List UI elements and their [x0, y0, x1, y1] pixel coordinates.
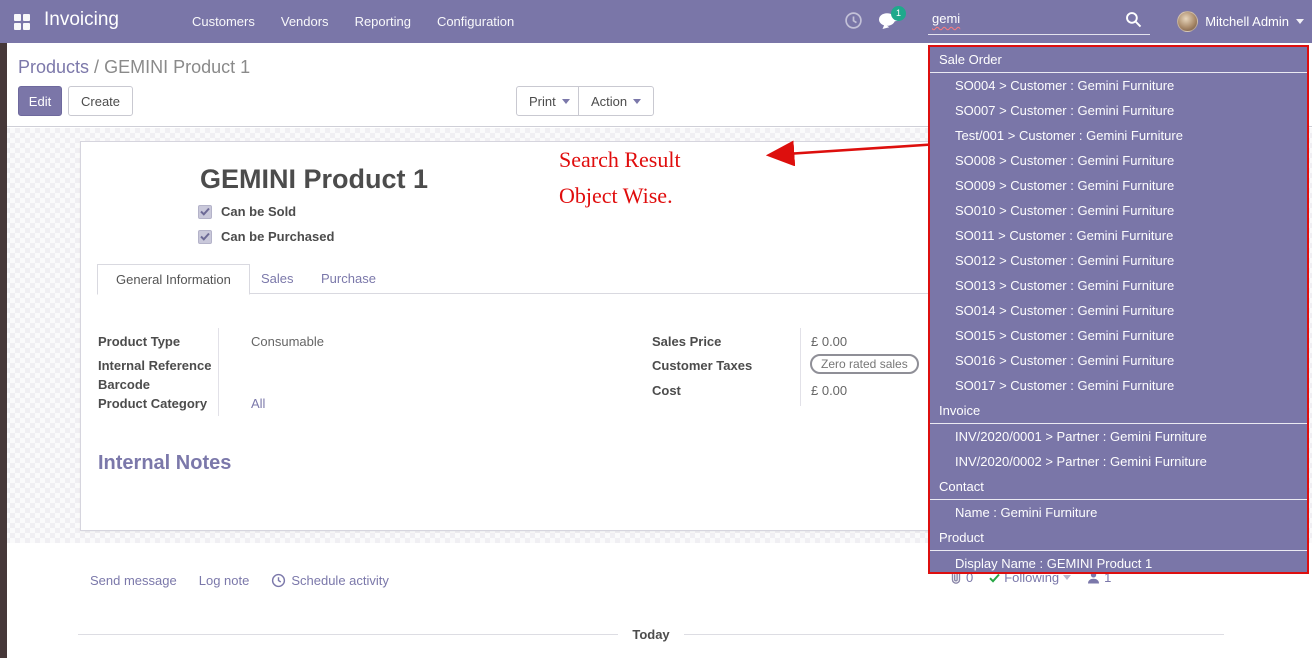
window-left-edge: [0, 43, 7, 658]
menu-configuration[interactable]: Configuration: [437, 14, 514, 29]
clock-icon: [271, 573, 286, 588]
breadcrumb-products-link[interactable]: Products: [18, 57, 89, 77]
search-group-invoice: Invoice: [930, 398, 1307, 424]
field-value-product-type: Consumable: [251, 334, 324, 349]
search-result-item[interactable]: SO013 > Customer : Gemini Furniture: [930, 273, 1307, 298]
user-menu[interactable]: Mitchell Admin: [1177, 0, 1304, 43]
annotation-text-line1: Search Result: [559, 147, 681, 173]
search-group-product: Product: [930, 525, 1307, 551]
chevron-down-icon: [1063, 575, 1071, 580]
divider-line: [78, 634, 618, 635]
checkbox-checked-icon[interactable]: [198, 230, 212, 244]
print-dropdown-button[interactable]: Print: [516, 86, 583, 116]
search-result-item[interactable]: SO014 > Customer : Gemini Furniture: [930, 298, 1307, 323]
search-result-item[interactable]: Test/001 > Customer : Gemini Furniture: [930, 123, 1307, 148]
field-group-separator: [800, 328, 801, 406]
main-menu: Customers Vendors Reporting Configuratio…: [192, 0, 514, 43]
search-result-item[interactable]: SO009 > Customer : Gemini Furniture: [930, 173, 1307, 198]
chevron-down-icon: [633, 99, 641, 104]
menu-reporting[interactable]: Reporting: [355, 14, 411, 29]
breadcrumb-current: GEMINI Product 1: [104, 57, 250, 77]
field-group-separator: [218, 328, 219, 416]
user-avatar: [1177, 11, 1198, 32]
search-group-sale-order: Sale Order: [930, 47, 1307, 73]
search-result-item[interactable]: SO008 > Customer : Gemini Furniture: [930, 148, 1307, 173]
search-result-item[interactable]: SO011 > Customer : Gemini Furniture: [930, 223, 1307, 248]
activities-clock-icon[interactable]: [844, 11, 868, 33]
breadcrumb: Products / GEMINI Product 1: [18, 57, 250, 78]
search-results-dropdown: Sale Order SO004 > Customer : Gemini Fur…: [928, 45, 1309, 574]
checkbox-label: Can be Purchased: [221, 229, 334, 244]
field-label-product-type: Product Type: [98, 334, 180, 349]
divider-line: [684, 634, 1224, 635]
menu-vendors[interactable]: Vendors: [281, 14, 329, 29]
checkbox-checked-icon[interactable]: [198, 205, 212, 219]
search-result-item[interactable]: SO010 > Customer : Gemini Furniture: [930, 198, 1307, 223]
create-button[interactable]: Create: [68, 86, 133, 116]
tab-purchase[interactable]: Purchase: [303, 264, 394, 294]
send-message-button[interactable]: Send message: [90, 573, 177, 588]
field-value-product-category-link[interactable]: All: [251, 396, 265, 411]
field-label-product-category: Product Category: [98, 396, 207, 411]
annotation-arrow: [755, 136, 945, 166]
edit-button[interactable]: Edit: [18, 86, 62, 116]
customer-taxes-badge[interactable]: Zero rated sales: [810, 354, 919, 374]
field-value-sales-price: £ 0.00: [811, 334, 847, 349]
search-result-item[interactable]: SO007 > Customer : Gemini Furniture: [930, 98, 1307, 123]
internal-notes-heading: Internal Notes: [98, 452, 231, 475]
field-label-cost: Cost: [652, 383, 681, 398]
field-label-barcode: Barcode: [98, 377, 150, 392]
app-window: Invoicing Customers Vendors Reporting Co…: [0, 0, 1312, 658]
search-result-item[interactable]: Name : Gemini Furniture: [930, 500, 1307, 525]
menu-customers[interactable]: Customers: [192, 14, 255, 29]
field-value-cost: £ 0.00: [811, 383, 847, 398]
search-result-item[interactable]: SO012 > Customer : Gemini Furniture: [930, 248, 1307, 273]
tab-sales[interactable]: Sales: [243, 264, 312, 294]
global-search-input[interactable]: gemi: [928, 7, 1150, 35]
search-result-item[interactable]: SO016 > Customer : Gemini Furniture: [930, 348, 1307, 373]
field-label-sales-price: Sales Price: [652, 334, 721, 349]
tab-general-information[interactable]: General Information: [97, 264, 250, 295]
date-divider: Today: [78, 627, 1224, 642]
chevron-down-icon: [562, 99, 570, 104]
search-result-item[interactable]: SO004 > Customer : Gemini Furniture: [930, 73, 1307, 98]
search-result-item[interactable]: INV/2020/0002 > Partner : Gemini Furnitu…: [930, 449, 1307, 474]
checkbox-label: Can be Sold: [221, 204, 296, 219]
chevron-down-icon: [1296, 19, 1304, 24]
annotation-text-line2: Object Wise.: [559, 183, 673, 209]
breadcrumb-separator: /: [89, 57, 104, 77]
schedule-activity-button[interactable]: Schedule activity: [271, 573, 389, 588]
search-result-item[interactable]: INV/2020/0001 > Partner : Gemini Furnitu…: [930, 424, 1307, 449]
app-title[interactable]: Invoicing: [44, 9, 119, 31]
search-result-item[interactable]: Display Name : GEMINI Product 1: [930, 551, 1307, 574]
can-be-purchased-option[interactable]: Can be Purchased: [198, 229, 334, 244]
messages-icon[interactable]: 1: [878, 11, 902, 33]
can-be-sold-option[interactable]: Can be Sold: [198, 204, 296, 219]
message-count-badge: 1: [891, 6, 906, 21]
search-group-contact: Contact: [930, 474, 1307, 500]
log-note-button[interactable]: Log note: [199, 573, 250, 588]
search-icon[interactable]: [1125, 11, 1142, 33]
search-result-item[interactable]: SO017 > Customer : Gemini Furniture: [930, 373, 1307, 398]
chatter-actions: Send message Log note Schedule activity: [90, 573, 389, 588]
divider-label: Today: [632, 627, 669, 642]
check-icon: [989, 573, 1000, 583]
top-navbar: Invoicing Customers Vendors Reporting Co…: [0, 0, 1312, 43]
action-dropdown-button[interactable]: Action: [578, 86, 654, 116]
apps-menu-icon[interactable]: [12, 12, 32, 32]
user-name: Mitchell Admin: [1205, 14, 1289, 29]
product-title: GEMINI Product 1: [200, 164, 428, 195]
field-label-customer-taxes: Customer Taxes: [652, 358, 752, 373]
search-query-text: gemi: [932, 11, 960, 26]
field-label-internal-reference: Internal Reference: [98, 358, 211, 373]
search-result-item[interactable]: SO015 > Customer : Gemini Furniture: [930, 323, 1307, 348]
